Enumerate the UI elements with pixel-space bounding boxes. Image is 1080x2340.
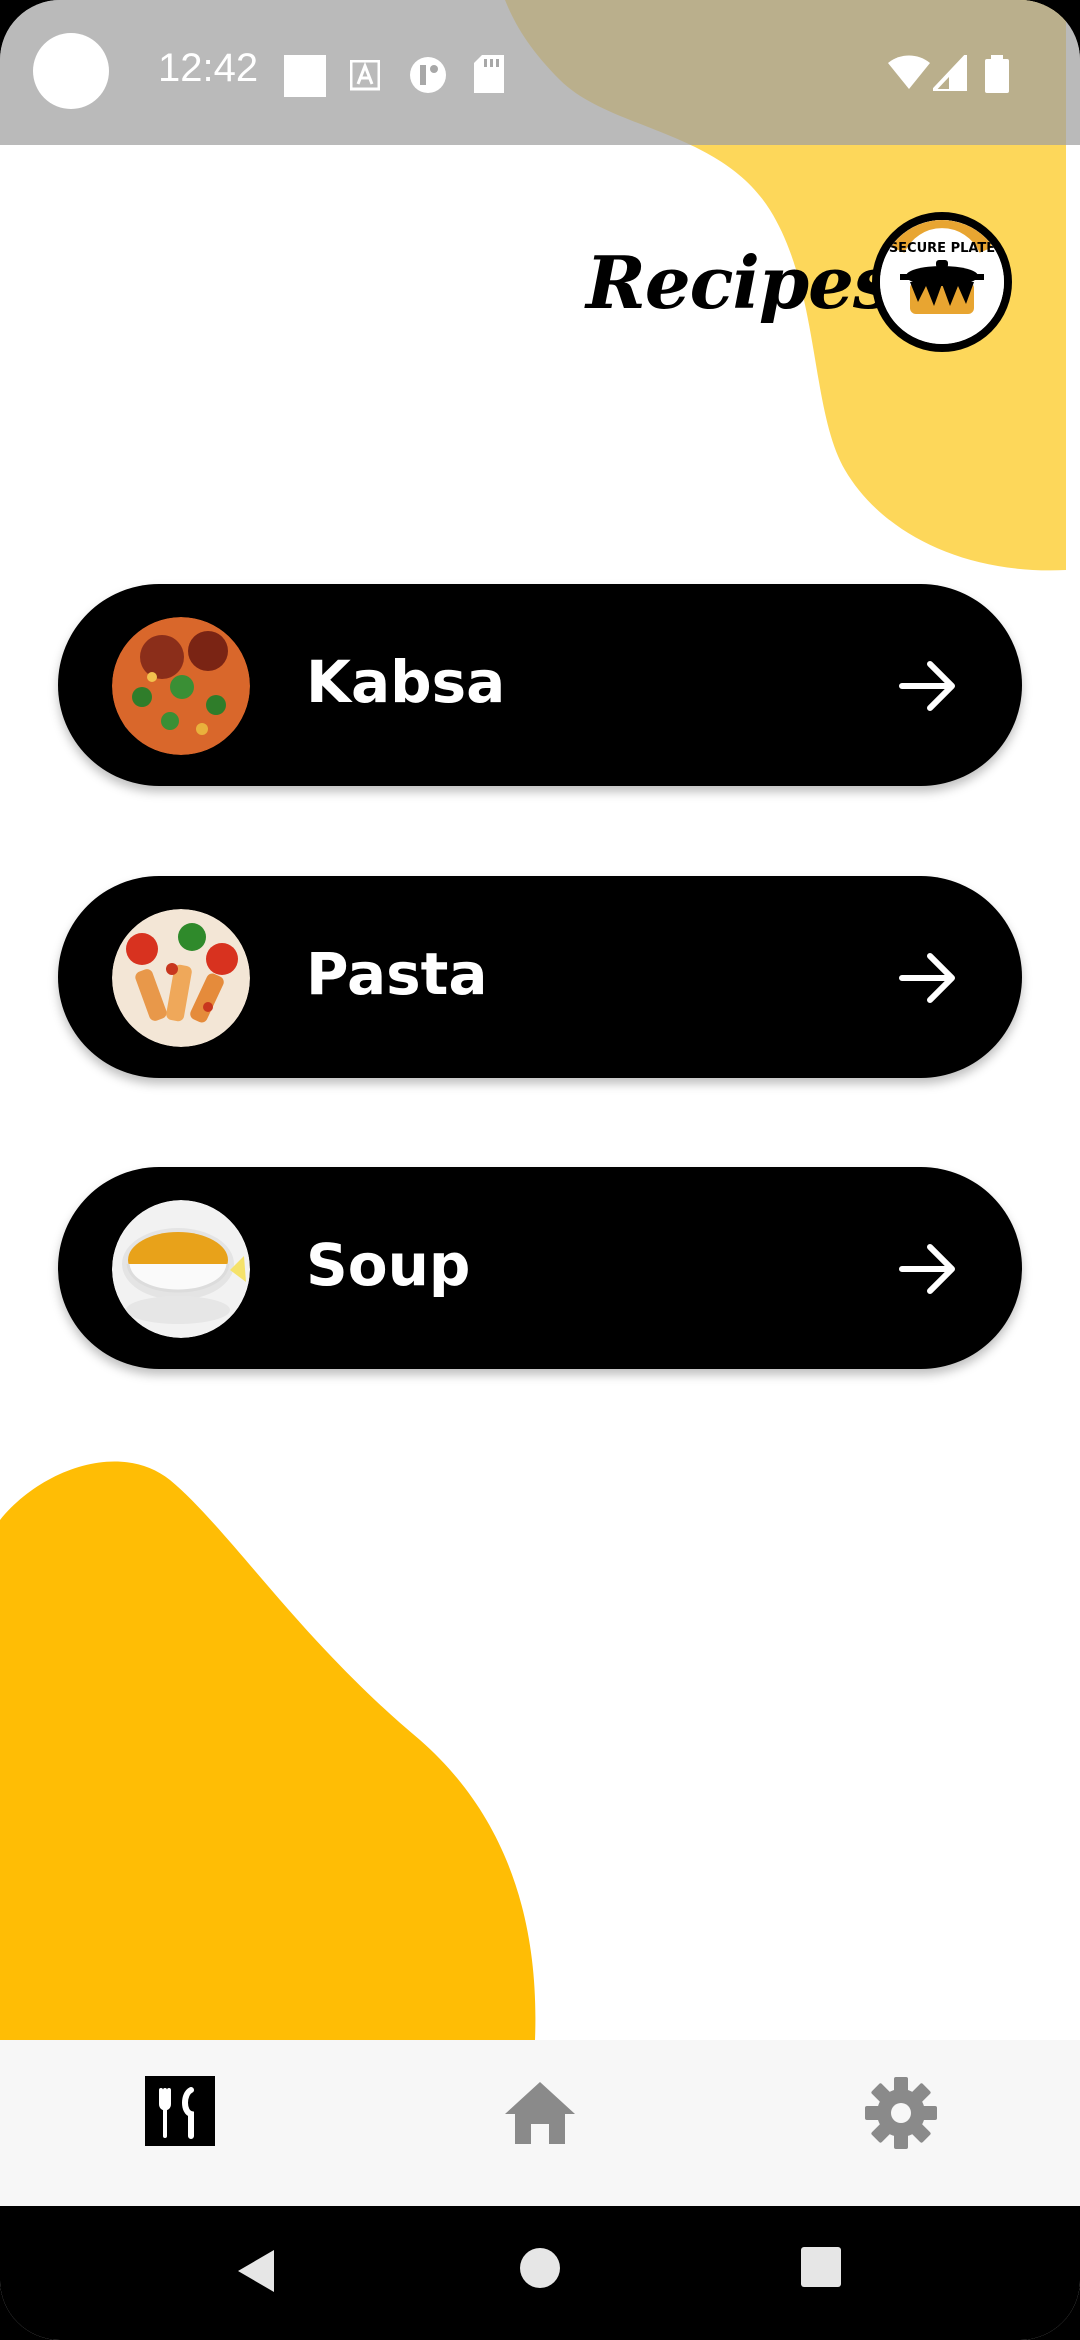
recipe-card-soup[interactable]: Soup <box>58 1167 1022 1369</box>
recents-icon[interactable] <box>800 2246 842 2288</box>
app-logo: SECURE PLATE <box>872 212 1012 352</box>
app-notification-icon <box>410 57 446 93</box>
cooking-pot-logo-icon: SECURE PLATE <box>880 220 1004 344</box>
home-circle-icon[interactable] <box>518 2246 562 2290</box>
arrow-right-icon[interactable] <box>896 946 960 1010</box>
status-time: 12:42 <box>158 46 259 90</box>
cutlery-icon[interactable] <box>137 2068 227 2158</box>
recipe-card-kabsa[interactable]: Kabsa <box>58 584 1022 786</box>
arrow-right-icon[interactable] <box>896 1237 960 1301</box>
wifi-icon <box>888 55 930 89</box>
soup-food-image <box>112 1200 250 1338</box>
logo-text: SECURE PLATE <box>889 241 995 256</box>
app-screen: 12:42 Recipes SECURE PLATE Kabsa Pasta S… <box>0 0 1080 2340</box>
pasta-food-image <box>112 909 250 1047</box>
translate-notification-icon <box>350 60 380 91</box>
kabsa-food-image <box>112 617 250 755</box>
battery-icon <box>985 55 1009 93</box>
square-notification-icon <box>284 55 326 97</box>
home-icon[interactable] <box>495 2068 585 2158</box>
gear-icon[interactable] <box>856 2068 946 2158</box>
cell-signal-icon <box>933 55 967 91</box>
camera-cutout <box>33 33 109 109</box>
recipe-label-pasta: Pasta <box>306 940 488 1008</box>
status-bar: 12:42 <box>0 0 1080 145</box>
recipe-label-soup: Soup <box>306 1231 471 1299</box>
decorative-blob-bottom <box>0 1461 536 2040</box>
bottom-navigation <box>0 2040 1080 2206</box>
arrow-right-icon[interactable] <box>896 654 960 718</box>
sd-card-icon <box>474 55 504 93</box>
recipe-card-pasta[interactable]: Pasta <box>58 876 1022 1078</box>
back-icon[interactable] <box>234 2246 278 2296</box>
recipe-label-kabsa: Kabsa <box>306 648 506 716</box>
page-title: Recipes <box>586 240 894 325</box>
system-navigation-bar <box>0 2206 1080 2340</box>
